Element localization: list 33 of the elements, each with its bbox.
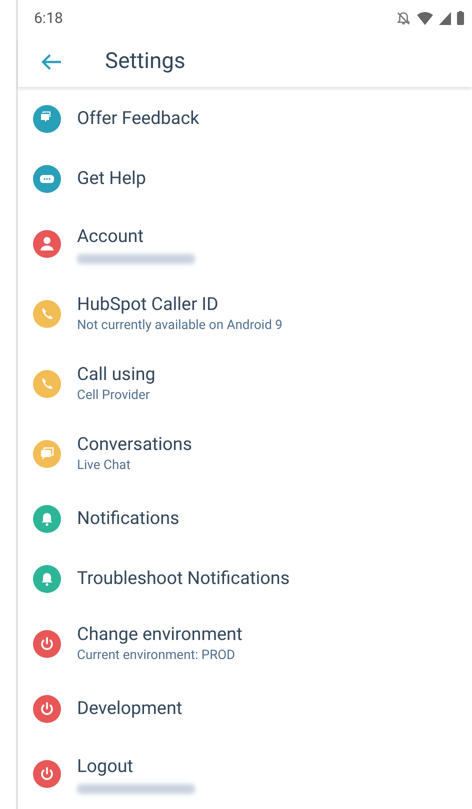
item-title: Logout <box>77 754 134 778</box>
settings-item[interactable]: Conversations Live Chat <box>18 419 472 489</box>
settings-item[interactable]: Get Help <box>18 149 472 209</box>
settings-item[interactable]: Account <box>18 209 472 279</box>
item-title: Notifications <box>77 507 180 531</box>
item-subtitle: Not currently available on Android 9 <box>77 317 282 335</box>
settings-item[interactable]: Logout <box>18 739 472 809</box>
item-title: Call using <box>77 363 156 387</box>
settings-item[interactable]: HubSpot Caller ID Not currently available on Android 9 <box>18 279 472 349</box>
status-time: 6:18 <box>34 8 63 30</box>
item-title: Account <box>77 224 145 248</box>
battery-icon <box>457 11 464 26</box>
item-title: Get Help <box>77 167 146 191</box>
settings-item[interactable]: Development <box>18 679 472 739</box>
signal-icon <box>439 12 451 25</box>
screen-title: Settings <box>105 48 186 76</box>
settings-item[interactable]: Troubleshoot Notifications <box>18 549 472 609</box>
notifications-off-icon <box>396 10 411 26</box>
item-title: HubSpot Caller ID <box>77 293 220 317</box>
item-title: Troubleshoot Notifications <box>77 567 290 591</box>
item-title: Conversations <box>77 433 192 457</box>
item-subtitle: Cell Provider <box>77 387 151 405</box>
item-subtitle: Live Chat <box>77 457 132 475</box>
settings-item[interactable]: Offer Feedback <box>18 89 472 149</box>
item-title: Development <box>77 697 182 721</box>
item-title: Change environment <box>77 623 242 647</box>
wifi-icon <box>417 12 433 25</box>
settings-item[interactable]: Call using Cell Provider <box>18 349 472 419</box>
settings-item[interactable]: Change environment Current environment: PROD <box>18 609 472 679</box>
settings-item[interactable]: Notifications <box>18 489 472 549</box>
back-arrow-icon[interactable] <box>40 52 62 71</box>
item-subtitle: Current environment: PROD <box>77 647 236 665</box>
item-title: Offer Feedback <box>77 107 200 131</box>
